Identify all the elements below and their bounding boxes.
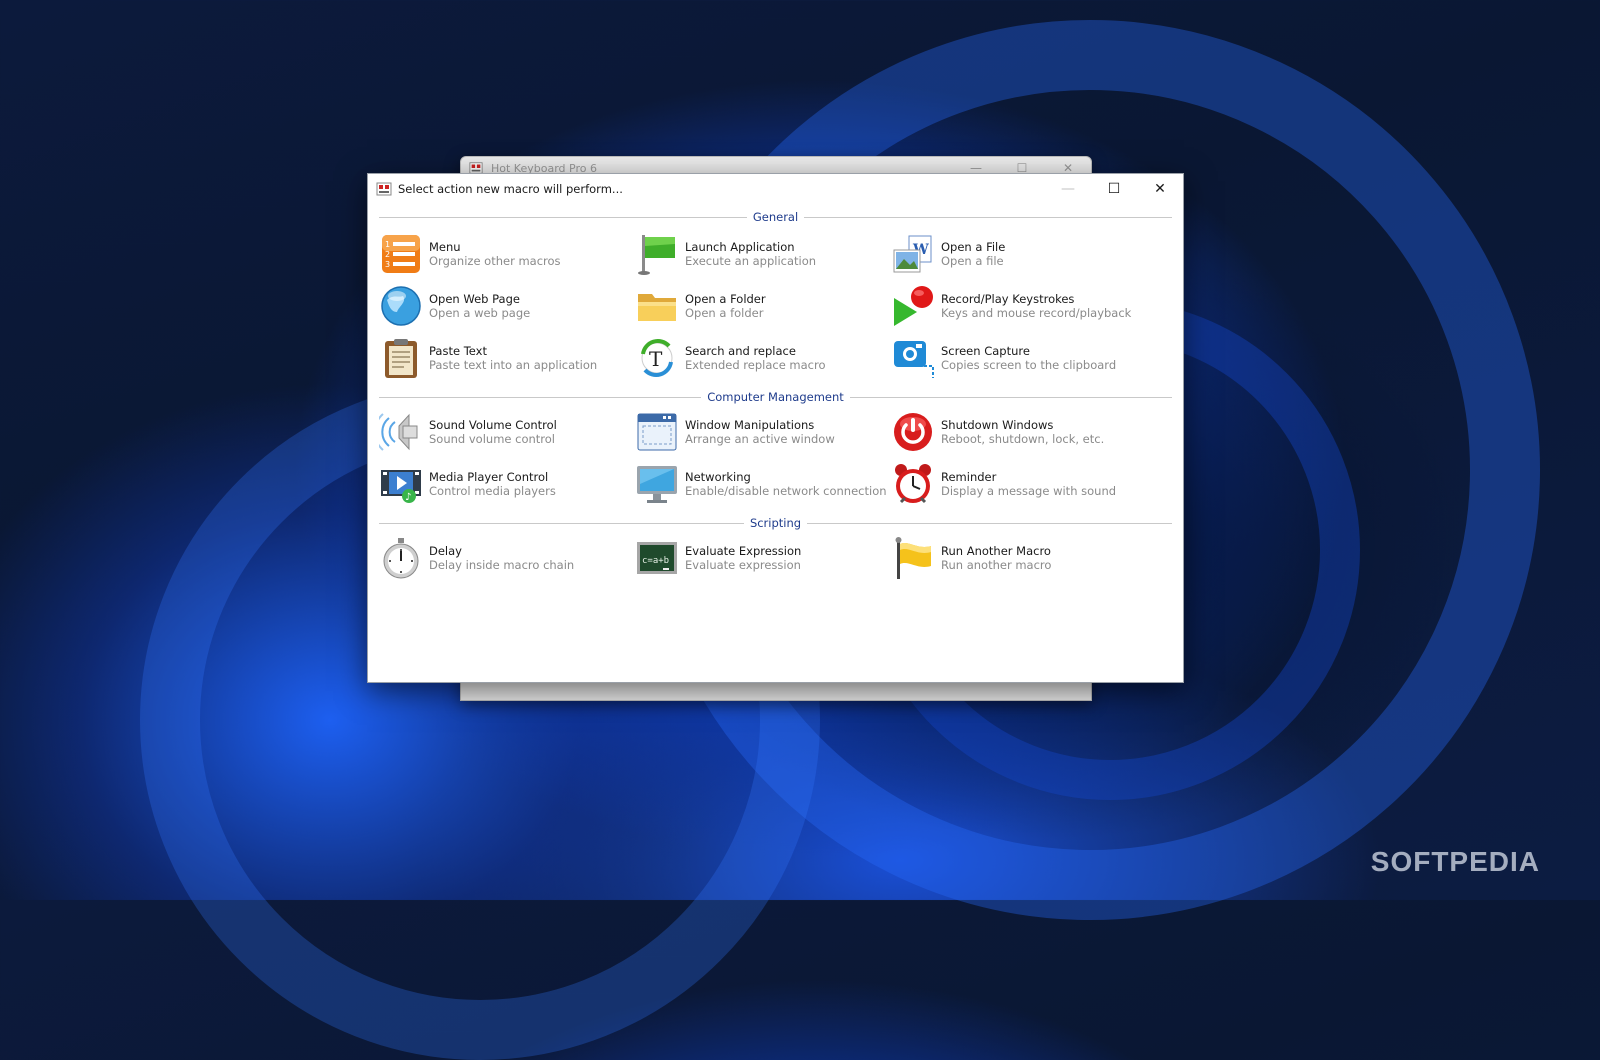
file-icon: W: [891, 232, 935, 276]
window-icon: [635, 410, 679, 454]
action-paste-text[interactable]: Paste Text Paste text into an application: [379, 332, 635, 384]
chalkboard-icon: c=a+b: [635, 536, 679, 580]
svg-text:3: 3: [385, 260, 390, 269]
action-screen-capture[interactable]: Screen Capture Copies screen to the clipb…: [891, 332, 1147, 384]
dialog-titlebar[interactable]: Select action new macro will perform... …: [368, 174, 1183, 204]
svg-text:c=a+b: c=a+b: [642, 556, 669, 566]
media-player-icon: ♪: [379, 462, 423, 506]
section-label: Computer Management: [707, 390, 844, 404]
action-search-and-replace[interactable]: T Search and replace Extended replace mac…: [635, 332, 891, 384]
action-window-manipulations[interactable]: Window Manipulations Arrange an active wi…: [635, 406, 891, 458]
action-description: Delay inside macro chain: [429, 558, 575, 572]
action-description: Paste text into an application: [429, 358, 598, 372]
action-description: Enable/disable network connection: [685, 484, 887, 498]
action-description: Extended replace macro: [685, 358, 826, 372]
speaker-icon: [379, 410, 423, 454]
action-launch-application[interactable]: Launch Application Execute an application: [635, 228, 891, 280]
search-replace-icon: T: [635, 336, 679, 380]
action-description: Sound volume control: [429, 432, 555, 446]
record-play-icon: [891, 284, 935, 328]
action-name: Paste Text: [429, 344, 487, 358]
clipboard-icon: [379, 336, 423, 380]
select-action-dialog[interactable]: Select action new macro will perform... …: [367, 173, 1184, 683]
action-shutdown-windows[interactable]: Shutdown Windows Reboot, shutdown, lock, …: [891, 406, 1147, 458]
action-description: Open a web page: [429, 306, 531, 320]
action-name: Search and replace: [685, 344, 796, 358]
action-name: Window Manipulations: [685, 418, 815, 432]
alarm-clock-icon: [891, 462, 935, 506]
action-description: Control media players: [429, 484, 556, 498]
svg-text:T: T: [649, 347, 663, 371]
action-description: Open a folder: [685, 306, 764, 320]
action-description: Arrange an active window: [685, 432, 835, 446]
section-header-scripting: Scripting: [379, 514, 1173, 532]
action-name: Run Another Macro: [941, 544, 1051, 558]
action-name: Delay: [429, 544, 462, 558]
action-run-another-macro[interactable]: Run Another Macro Run another macro: [891, 532, 1147, 584]
action-name: Shutdown Windows: [941, 418, 1054, 432]
menu-list-icon: 123: [379, 232, 423, 276]
action-name: Screen Capture: [941, 344, 1030, 358]
action-menu[interactable]: 123 Menu Organize other macros: [379, 228, 635, 280]
action-record-play-keystrokes[interactable]: Record/Play Keystrokes Keys and mouse rec…: [891, 280, 1147, 332]
yellow-flag-icon: [891, 536, 935, 580]
action-description: Evaluate expression: [685, 558, 801, 572]
svg-text:2: 2: [385, 250, 390, 259]
action-reminder[interactable]: Reminder Display a message with sound: [891, 458, 1147, 510]
monitor-icon: [635, 462, 679, 506]
action-description: Display a message with sound: [941, 484, 1117, 498]
action-name: Media Player Control: [429, 470, 549, 484]
action-description: Keys and mouse record/playback: [941, 306, 1132, 320]
action-sound-volume-control[interactable]: Sound Volume Control Sound volume control: [379, 406, 635, 458]
computer-management-actions-grid: Sound Volume Control Sound volume control…: [379, 406, 1172, 510]
action-name: Networking: [685, 470, 751, 484]
action-name: Launch Application: [685, 240, 795, 254]
green-flag-icon: [635, 232, 679, 276]
section-label: Scripting: [749, 516, 802, 530]
action-open-web-page[interactable]: Open Web Page Open a web page: [379, 280, 635, 332]
action-evaluate-expression[interactable]: c=a+b Evaluate Expression Evaluate expres…: [635, 532, 891, 584]
power-icon: [891, 410, 935, 454]
action-name: Menu: [429, 240, 461, 254]
action-open-file[interactable]: W Open a File Open a file: [891, 228, 1147, 280]
softpedia-watermark: SOFTPEDIA: [1370, 846, 1540, 877]
action-name: Open a File: [941, 240, 1006, 254]
section-header-computer-management: Computer Management: [379, 388, 1172, 406]
action-description: Organize other macros: [429, 254, 561, 268]
action-delay[interactable]: Delay Delay inside macro chain: [379, 532, 635, 584]
section-header-general: General: [379, 208, 1173, 226]
action-name: Sound Volume Control: [429, 418, 557, 432]
app-icon: [376, 182, 392, 196]
close-button[interactable]: ✕: [1137, 174, 1183, 204]
folder-icon: [635, 284, 679, 328]
camera-icon: [891, 336, 935, 380]
general-actions-grid: 123 Menu Organize other macros Launch App…: [379, 226, 1172, 384]
action-description: Copies screen to the clipboard: [941, 358, 1117, 372]
minimize-button[interactable]: —: [1045, 174, 1091, 204]
globe-icon: [379, 284, 423, 328]
dialog-title: Select action new macro will perform...: [398, 182, 623, 196]
action-networking[interactable]: Networking Enable/disable network connect…: [635, 458, 891, 510]
action-description: Run another macro: [941, 558, 1052, 572]
action-name: Open Web Page: [429, 292, 520, 306]
action-open-folder[interactable]: Open a Folder Open a folder: [635, 280, 891, 332]
svg-text:1: 1: [385, 240, 390, 249]
action-name: Open a Folder: [685, 292, 766, 306]
action-description: Reboot, shutdown, lock, etc.: [941, 432, 1105, 446]
action-name: Reminder: [941, 470, 997, 484]
action-description: Execute an application: [685, 254, 817, 268]
action-media-player-control[interactable]: ♪ Media Player Control Control media play…: [379, 458, 635, 510]
scripting-actions-grid: Delay Delay inside macro chain c=a+b Eval…: [379, 532, 1172, 584]
svg-text:♪: ♪: [405, 492, 411, 503]
action-name: Record/Play Keystrokes: [941, 292, 1075, 306]
action-name: Evaluate Expression: [685, 544, 802, 558]
section-label: General: [752, 210, 799, 224]
action-description: Open a file: [941, 254, 1004, 268]
maximize-button[interactable]: ☐: [1091, 174, 1137, 204]
stopwatch-icon: [379, 536, 423, 580]
